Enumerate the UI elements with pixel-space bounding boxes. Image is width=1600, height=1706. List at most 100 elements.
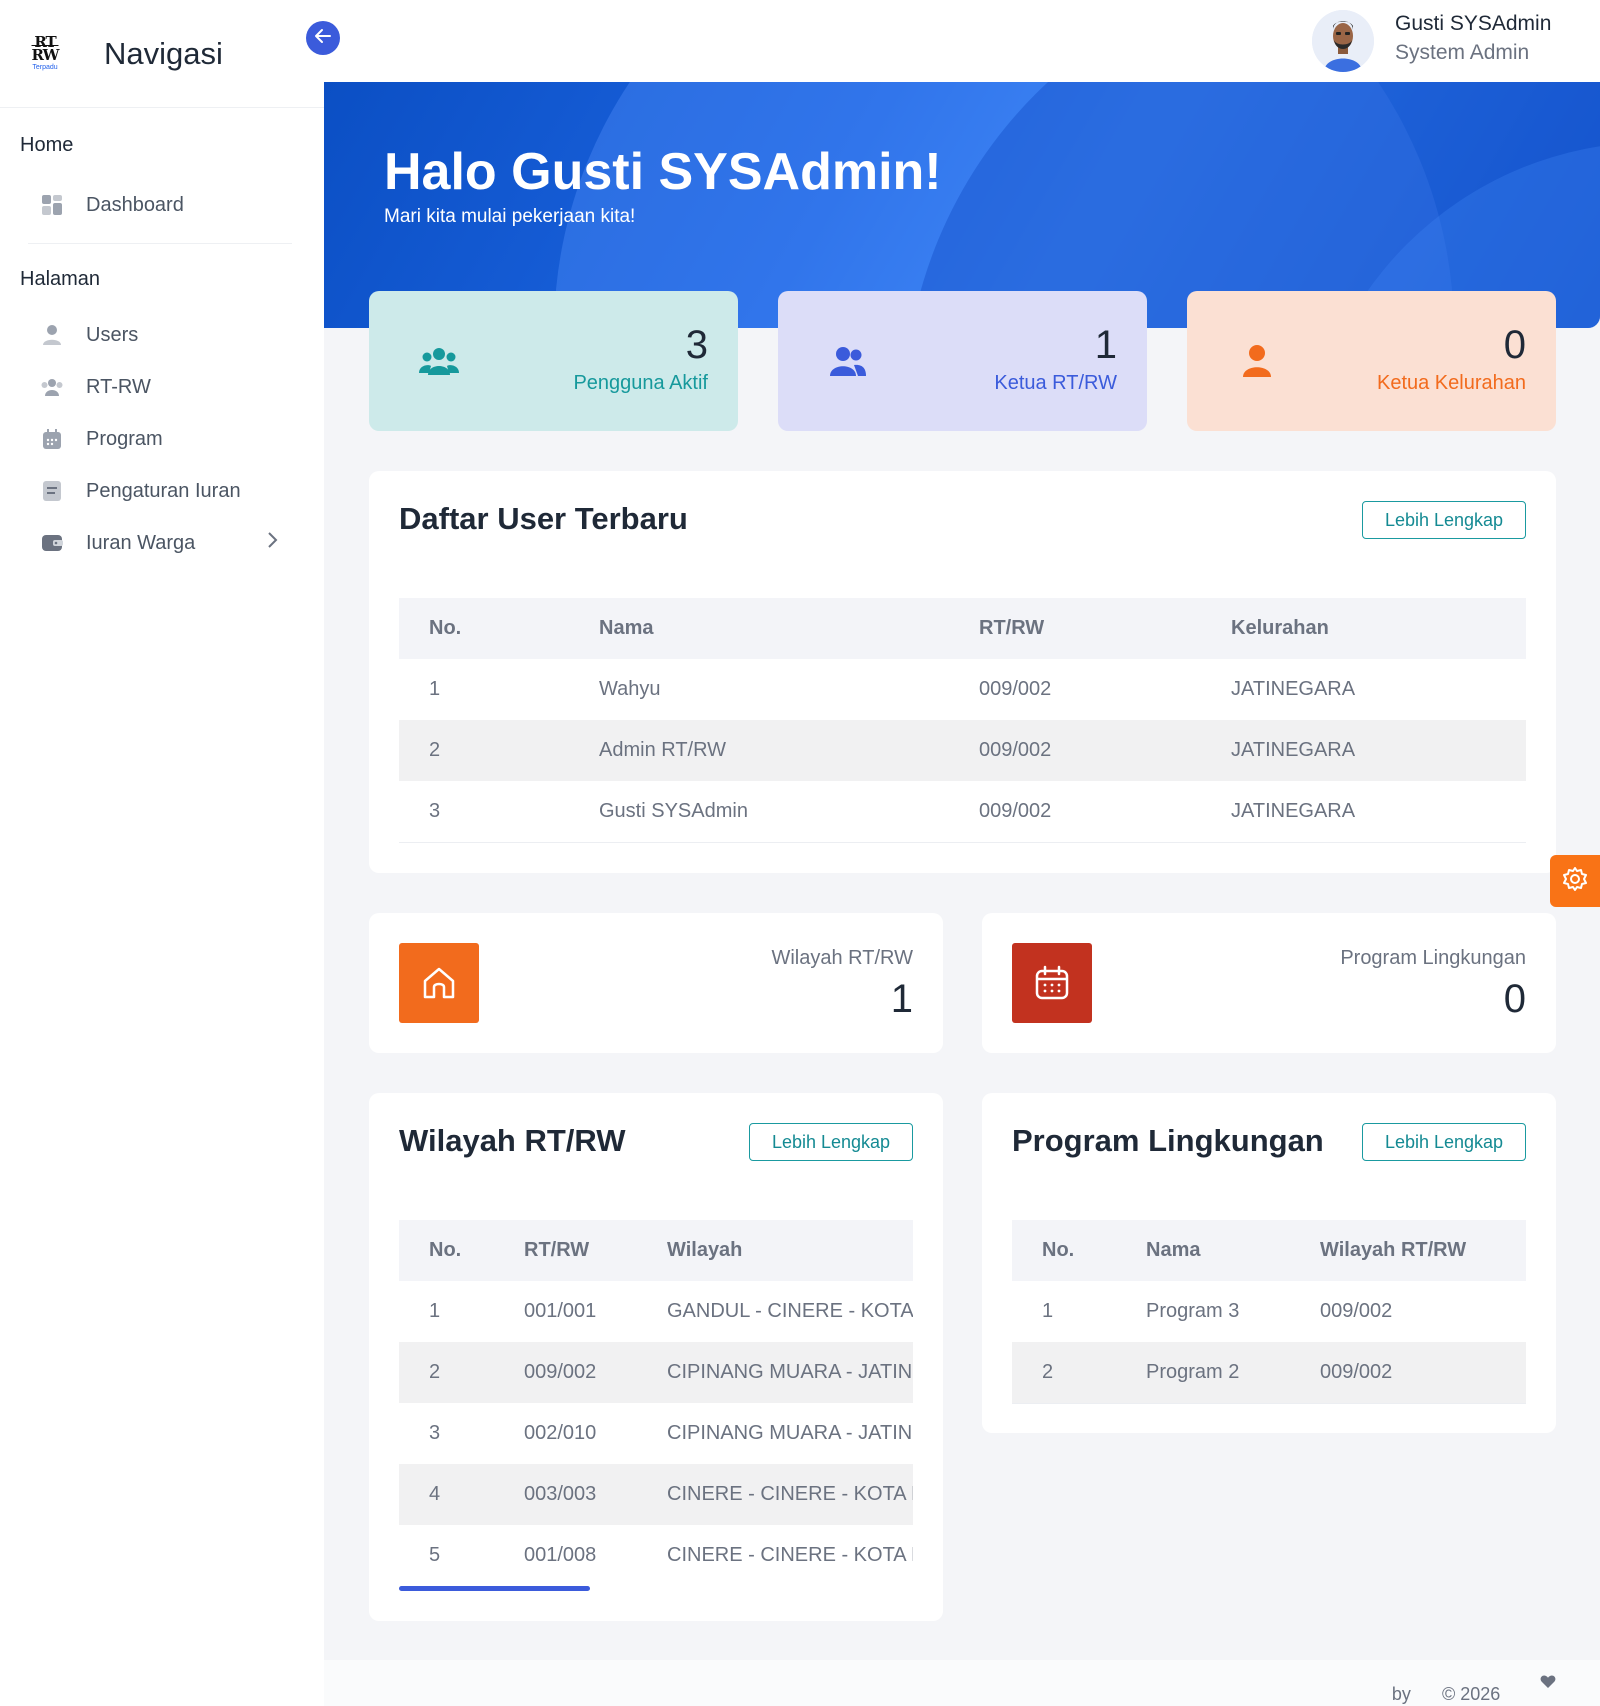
footer-text-after: by GusGalih1007. xyxy=(1391,1684,1512,1706)
sidebar-item-dashboard[interactable]: Dashboard xyxy=(0,179,324,231)
more-program-button[interactable]: Lebih Lengkap xyxy=(1362,1123,1526,1161)
calendar-icon xyxy=(1012,943,1092,1023)
chevron-right-icon[interactable] xyxy=(266,531,278,555)
table-row: 4 003/003 CINERE - CINERE - KOTA DEPOK xyxy=(399,1464,913,1525)
sidebar-item-iuran-warga[interactable]: Iuran Warga xyxy=(0,517,324,569)
stat-card-ketua-kelurahan: 0 Ketua Kelurahan xyxy=(1187,291,1556,431)
table-row: 1 001/001 GANDUL - CINERE - KOTA DEPOK xyxy=(399,1281,913,1342)
horizontal-scrollbar[interactable] xyxy=(399,1586,590,1591)
table-cell: 009/002 xyxy=(949,781,1201,843)
table-cell: JATINEGARA xyxy=(1201,781,1526,843)
app-logo[interactable]: RT RW Terpadu xyxy=(28,32,62,76)
table-cell: 009/002 xyxy=(1290,1342,1526,1404)
greeting-subtitle: Mari kita mulai pekerjaan kita! xyxy=(384,206,636,227)
table-row: 3 002/010 CIPINANG MUARA - JATINEGARA xyxy=(399,1403,913,1464)
user-icon xyxy=(40,323,64,347)
sidebar-item-program[interactable]: Program xyxy=(0,413,324,465)
program-card: Program Lingkungan Lebih Lengkap No. Nam… xyxy=(982,1093,1556,1433)
sidebar-collapse-button[interactable] xyxy=(306,21,340,55)
column-header[interactable]: Kelurahan xyxy=(1201,598,1526,659)
table-cell: 4 xyxy=(399,1464,494,1525)
stat-card-ketua-rt-rw: 1 Ketua RT/RW xyxy=(778,291,1147,431)
sidebar-item-label: Iuran Warga xyxy=(86,531,196,554)
column-header[interactable]: Nama xyxy=(1116,1220,1290,1281)
wilayah-card: Wilayah RT/RW Lebih Lengkap No. RT/RW Wi… xyxy=(369,1093,943,1621)
wallet-icon xyxy=(40,531,64,555)
arrow-left-icon xyxy=(314,28,332,49)
column-header[interactable]: Wilayah RT/RW xyxy=(1290,1220,1526,1281)
stat-value: 0 xyxy=(1503,323,1526,367)
table-cell: CINERE - CINERE - KOTA DEPOK xyxy=(637,1464,913,1525)
wilayah-table: No. RT/RW Wilayah 1 001/001 GANDUL - CIN… xyxy=(399,1220,913,1586)
footer-text: © 2026 RT/RW Terpadu, Made with by GusGa… xyxy=(1392,1672,1556,1706)
gear-icon xyxy=(1562,866,1588,897)
column-header[interactable]: RT/RW xyxy=(949,598,1201,659)
column-header[interactable]: No. xyxy=(1012,1220,1116,1281)
column-header[interactable]: No. xyxy=(399,598,569,659)
greeting-title: Halo Gusti SYSAdmin! xyxy=(384,143,942,201)
sidebar-item-pengaturan-iuran[interactable]: Pengaturan Iuran xyxy=(0,465,324,517)
table-cell: Program 3 xyxy=(1146,1300,1240,1322)
table-row: 2 009/002 CIPINANG MUARA - JATINEGARA xyxy=(399,1342,913,1403)
table-cell: JATINEGARA xyxy=(1201,720,1526,781)
sidebar-item-users[interactable]: Users xyxy=(0,309,324,361)
footer: © 2026 RT/RW Terpadu, Made with by GusGa… xyxy=(324,1660,1600,1706)
table-cell: 5 xyxy=(399,1525,494,1586)
table-cell: 3 xyxy=(399,781,569,843)
avatar[interactable] xyxy=(1312,10,1374,72)
table-cell: GANDUL - CINERE - KOTA DEPOK xyxy=(667,1300,913,1322)
dashboard-icon xyxy=(40,193,64,217)
table-cell: 2 xyxy=(399,1342,494,1403)
calendar-icon xyxy=(40,427,64,451)
sidebar-item-label: RT-RW xyxy=(86,375,151,398)
stat-label: Ketua Kelurahan xyxy=(1376,372,1526,394)
logo-text-terpadu: Terpadu xyxy=(32,63,58,71)
table-cell: 009/002 xyxy=(1320,1300,1393,1322)
table-header-row: No. RT/RW Wilayah xyxy=(399,1220,913,1281)
wilayah-summary-card: Wilayah RT/RW 1 xyxy=(369,913,943,1053)
card-title: Daftar User Terbaru xyxy=(399,501,688,536)
table-cell: CINERE - CINERE - KOTA DEPOK xyxy=(637,1525,913,1586)
table-header-row: No. Nama RT/RW Kelurahan xyxy=(399,598,1526,659)
nav-section-halaman: Halaman xyxy=(20,268,101,290)
column-header[interactable]: Wilayah xyxy=(637,1220,913,1281)
logo-text-rw: RW xyxy=(31,45,60,64)
settings-button[interactable] xyxy=(1550,855,1600,907)
sidebar-item-label: Pengaturan Iuran xyxy=(86,479,241,502)
program-summary-card: Program Lingkungan 0 xyxy=(982,913,1556,1053)
user-name[interactable]: Gusti SYSAdmin xyxy=(1395,12,1551,36)
sidebar-item-rt-rw[interactable]: RT-RW xyxy=(0,361,324,413)
sidebar-item-label: Dashboard xyxy=(86,193,184,216)
table-cell: 2 xyxy=(1012,1342,1116,1404)
table-row: 2 Program 2 009/002 xyxy=(1012,1342,1526,1404)
column-header[interactable]: No. xyxy=(399,1220,494,1281)
stat-label: Ketua RT/RW xyxy=(994,372,1117,394)
sidebar-brand: RT RW Terpadu Navigasi xyxy=(0,0,324,108)
column-header[interactable]: RT/RW xyxy=(494,1220,637,1281)
table-row: 2 Admin RT/RW 009/002 JATINEGARA xyxy=(399,720,1526,781)
table-cell: CIPINANG MUARA - JATINEGARA xyxy=(637,1342,913,1403)
table-scroll-container[interactable]: No. RT/RW Wilayah 1 001/001 GANDUL - CIN… xyxy=(399,1220,913,1586)
summary-label: Wilayah RT/RW xyxy=(771,947,913,969)
table-row: 5 001/008 CINERE - CINERE - KOTA DEPOK xyxy=(399,1525,913,1586)
table-cell: JATINEGARA xyxy=(1231,678,1356,700)
table-cell: 003/003 xyxy=(494,1464,637,1525)
more-users-button[interactable]: Lebih Lengkap xyxy=(1362,501,1526,539)
stat-value: 3 xyxy=(685,323,708,367)
users-group-icon xyxy=(40,375,64,399)
table-row: 1 Program 3 009/002 xyxy=(1012,1281,1526,1342)
document-icon xyxy=(40,479,64,503)
latest-users-table: No. Nama RT/RW Kelurahan 1 Wahyu 009/002… xyxy=(399,598,1526,843)
column-header[interactable]: Nama xyxy=(569,598,949,659)
summary-value: 0 xyxy=(1503,977,1526,1021)
card-title: Program Lingkungan xyxy=(1012,1123,1324,1158)
stat-card-pengguna-aktif: 3 Pengguna Aktif xyxy=(369,291,738,431)
card-title: Wilayah RT/RW xyxy=(399,1123,626,1158)
home-icon xyxy=(399,943,479,1023)
summary-value: 1 xyxy=(890,977,913,1021)
table-cell: 009/002 xyxy=(979,678,1052,700)
table-row: 1 Wahyu 009/002 JATINEGARA xyxy=(399,659,1526,720)
table-cell: 3 xyxy=(429,1422,441,1444)
more-wilayah-button[interactable]: Lebih Lengkap xyxy=(749,1123,913,1161)
table-row: 3 Gusti SYSAdmin 009/002 JATINEGARA xyxy=(399,781,1526,843)
